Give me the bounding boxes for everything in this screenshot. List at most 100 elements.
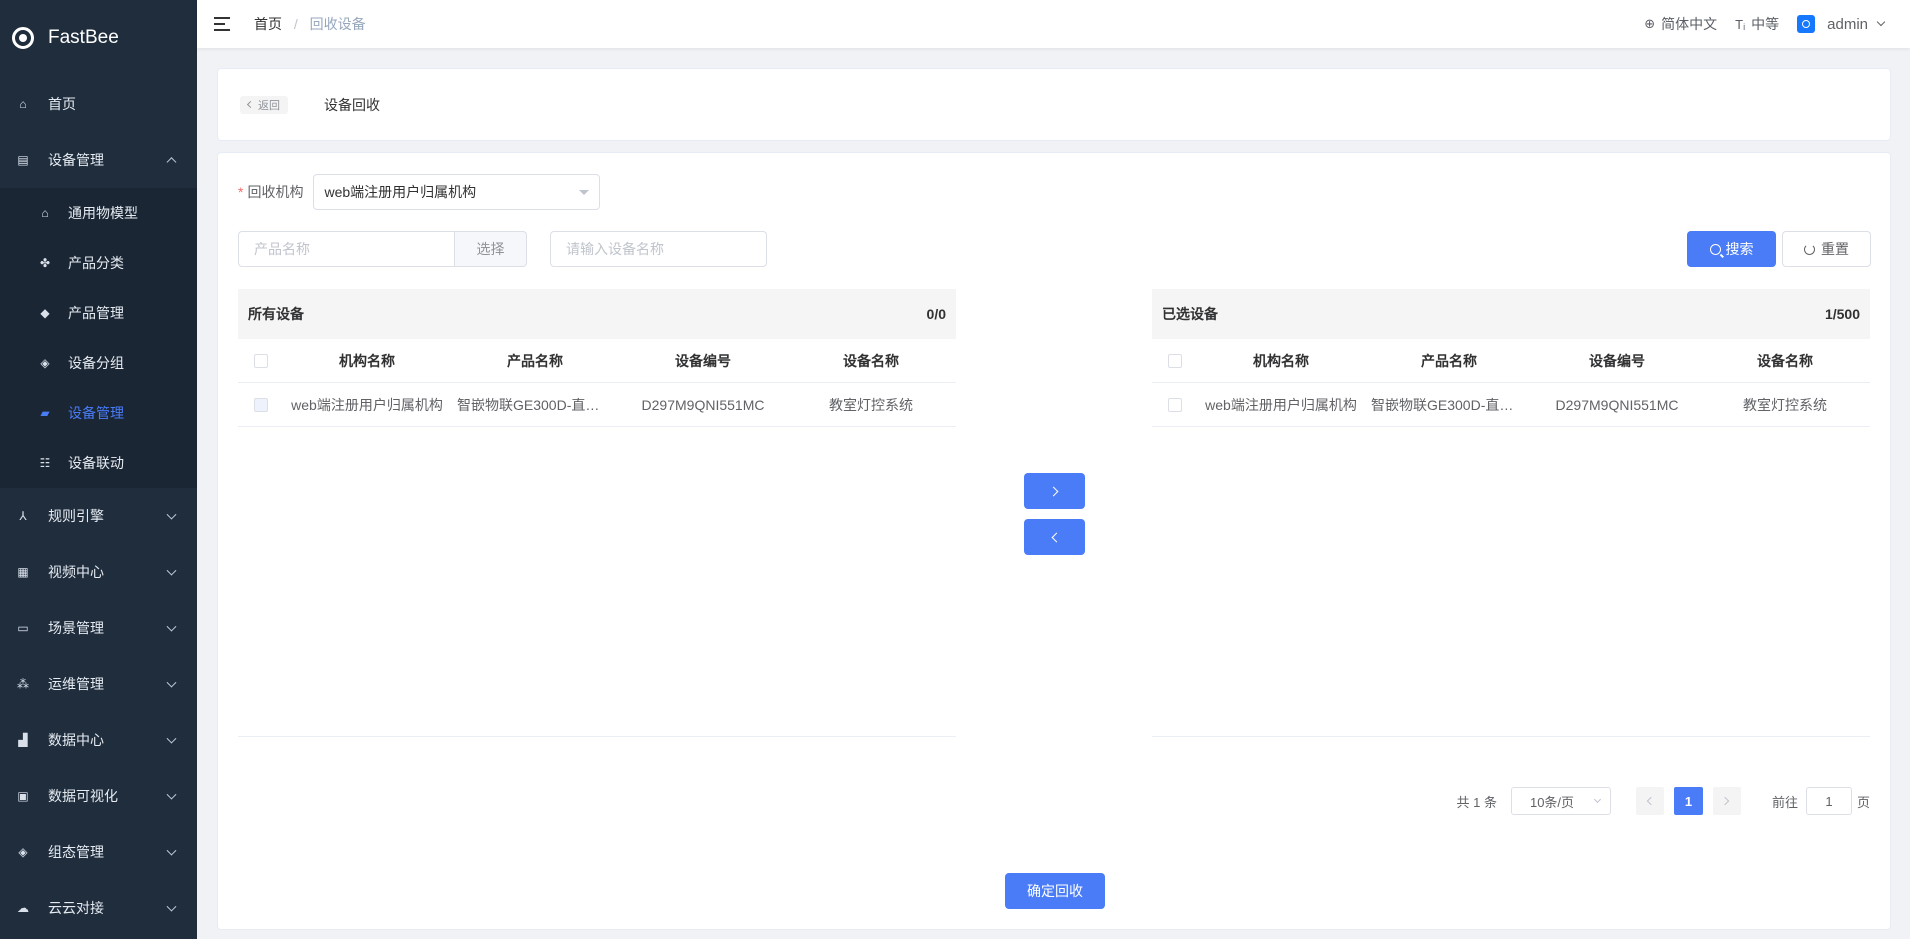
brand-name: FastBee [48, 27, 119, 48]
font-size-icon: Tᵢ [1735, 16, 1746, 32]
column-header: 机构名称 [339, 352, 395, 369]
sidebar-item-cloud-integration[interactable]: ☁ 云云对接 [0, 880, 197, 936]
sidebar-item-device-management[interactable]: ▤ 设备管理 [0, 132, 197, 188]
org-form-row: * 回收机构 web端注册用户归属机构 [238, 174, 601, 210]
chevron-down-icon [166, 845, 177, 856]
username: admin [1827, 15, 1868, 33]
panel-header: 已选设备 1/500 [1152, 289, 1870, 339]
panel-header: 所有设备 0/0 [238, 289, 956, 339]
table-cell: web端注册用户归属机构 [291, 396, 443, 413]
org-label: * 回收机构 [238, 184, 304, 200]
column-header: 设备编号 [1589, 352, 1645, 369]
chevron-left-icon [1647, 796, 1656, 806]
device-name-input[interactable]: 请输入设备名称 [550, 231, 767, 267]
column-header: 产品名称 [1421, 352, 1477, 369]
caret-down-icon [579, 190, 590, 195]
sidebar-item-product-category[interactable]: ✤ 产品分类 [0, 238, 197, 288]
video-icon: ▦ [17, 565, 29, 579]
search-icon [1709, 243, 1721, 255]
visual-icon: ▣ [17, 789, 29, 803]
page-size-select[interactable]: 10条/页 [1510, 787, 1611, 815]
topbar-actions: ⊕ 简体中文 Tᵢ 中等 admin [1626, 0, 1886, 48]
main-card: * 回收机构 web端注册用户归属机构 产品名称 选择 请输入设备名称 搜索 重置… [217, 152, 1891, 930]
move-left-button[interactable] [1024, 519, 1085, 555]
brand[interactable]: FastBee [0, 0, 197, 76]
search-button[interactable]: 搜索 [1687, 231, 1776, 267]
category-icon: ✤ [39, 256, 51, 270]
goto-page: 前往 1 页 [1772, 787, 1870, 815]
select-all-checkbox[interactable] [253, 353, 268, 368]
user-menu[interactable]: admin [1797, 15, 1886, 33]
config-icon: ◈ [18, 845, 28, 859]
select-all-checkbox[interactable] [1167, 353, 1182, 368]
panel-count: 0/0 [926, 306, 946, 322]
table-header: 机构名称 产品名称 设备编号 设备名称 [1152, 339, 1870, 383]
sidebar-item-device-linkage[interactable]: ☷ 设备联动 [0, 438, 197, 488]
sidebar-item-device-group[interactable]: ◈ 设备分组 [0, 338, 197, 388]
prev-page-button[interactable] [1635, 787, 1664, 815]
table-cell: D297M9QNI551MC [641, 396, 765, 413]
chevron-down-icon [166, 901, 177, 912]
product-name-input[interactable]: 产品名称 [238, 231, 455, 267]
chevron-right-icon [1721, 796, 1730, 806]
ops-icon: ⁂ [17, 677, 29, 691]
sidebar-item-rule-engine[interactable]: ⅄ 规则引擎 [0, 488, 197, 544]
pagination: 共 1 条 10条/页 1 前往 1 页 [1456, 787, 1870, 815]
column-header: 设备编号 [675, 352, 731, 369]
goto-page-input[interactable]: 1 [1805, 787, 1852, 815]
sidebar-item-thing-model[interactable]: ⌂ 通用物模型 [0, 188, 197, 238]
language-switch[interactable]: ⊕ 简体中文 [1644, 14, 1717, 34]
total-count: 共 1 条 [1456, 794, 1497, 810]
cloud-icon: ☁ [17, 901, 29, 915]
move-right-button[interactable] [1024, 473, 1085, 509]
panel-count: 1/500 [1824, 306, 1860, 322]
chevron-down-icon [166, 509, 177, 520]
chevron-down-icon [166, 621, 177, 632]
reset-button[interactable]: 重置 [1782, 231, 1871, 267]
refresh-icon [1804, 243, 1815, 255]
sidebar-item-data-visualization[interactable]: ▣ 数据可视化 [0, 768, 197, 824]
topbar: 首页 / 回收设备 ⊕ 简体中文 Tᵢ 中等 admin [197, 0, 1910, 48]
back-button[interactable]: 返回 [240, 95, 288, 114]
confirm-recycle-button[interactable]: 确定回收 [1005, 873, 1105, 909]
sidebar-item-config-management[interactable]: ◈ 组态管理 [0, 824, 197, 880]
table-cell: web端注册用户归属机构 [1205, 396, 1357, 413]
product-input-group: 产品名称 选择 [238, 231, 527, 267]
menu-toggle-icon[interactable] [214, 17, 230, 31]
page-title: 设备回收 [324, 96, 380, 113]
sidebar-item-scene-management[interactable]: ▭ 场景管理 [0, 600, 197, 656]
page-header-card: 返回 设备回收 [217, 68, 1891, 141]
chevron-down-icon [1593, 795, 1602, 804]
sidebar-item-ops-management[interactable]: ⁂ 运维管理 [0, 656, 197, 712]
table-cell: 智嵌物联GE300D-直连设备 [457, 396, 619, 413]
panel-title: 所有设备 [248, 306, 304, 322]
page-number-current[interactable]: 1 [1673, 787, 1703, 815]
select-product-button[interactable]: 选择 [455, 231, 527, 267]
chevron-down-icon [166, 789, 177, 800]
sidebar-item-device-manage[interactable]: ▰ 设备管理 [0, 388, 197, 438]
column-header: 产品名称 [507, 352, 563, 369]
row-checkbox[interactable] [1167, 397, 1182, 412]
org-select[interactable]: web端注册用户归属机构 [313, 174, 601, 210]
column-header: 机构名称 [1253, 352, 1309, 369]
row-checkbox[interactable] [253, 397, 268, 412]
table-cell: D297M9QNI551MC [1555, 396, 1679, 413]
device-icon: ▤ [17, 153, 29, 167]
size-switch[interactable]: Tᵢ 中等 [1735, 14, 1779, 34]
table-cell: 教室灯控系统 [1743, 396, 1827, 413]
chevron-up-icon [166, 157, 177, 168]
sidebar-item-video-center[interactable]: ▦ 视频中心 [0, 544, 197, 600]
sidebar-item-product-management[interactable]: ◆ 产品管理 [0, 288, 197, 338]
sidebar: FastBee ⌂ 首页 ▤ 设备管理 ⌂ 通用物模型 ✤ 产品分类 ◆ 产品管… [0, 0, 197, 939]
next-page-button[interactable] [1712, 787, 1741, 815]
table-cell: 教室灯控系统 [829, 396, 913, 413]
chevron-down-icon [166, 733, 177, 744]
linkage-icon: ☷ [39, 456, 51, 470]
all-devices-panel: 所有设备 0/0 机构名称 产品名称 设备编号 设备名称 web端注册用户归属机… [238, 289, 956, 737]
group-icon: ◈ [40, 356, 50, 370]
device-manage-icon: ▰ [40, 406, 50, 420]
breadcrumb-current: 回收设备 [309, 16, 366, 32]
sidebar-item-data-center[interactable]: ▟ 数据中心 [0, 712, 197, 768]
sidebar-item-home[interactable]: ⌂ 首页 [0, 76, 197, 132]
breadcrumb-home[interactable]: 首页 [254, 16, 282, 32]
